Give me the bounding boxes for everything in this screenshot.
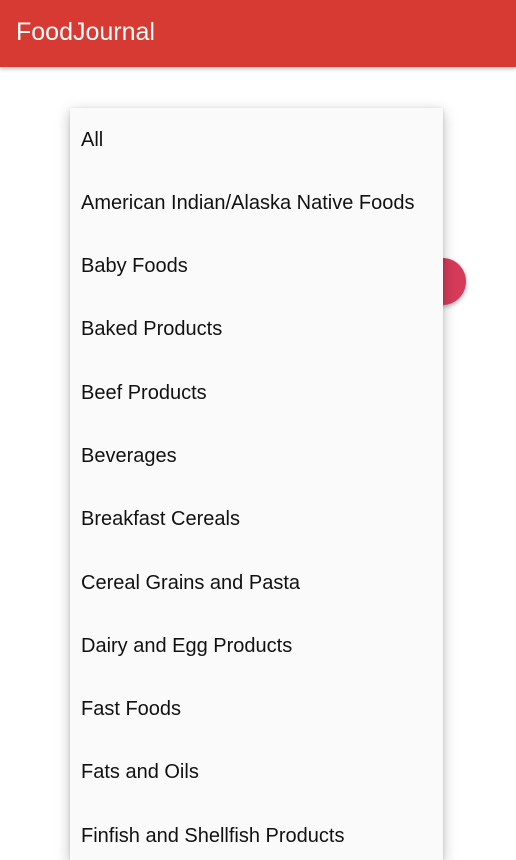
dropdown-option-label: Cereal Grains and Pasta xyxy=(81,572,301,594)
dropdown-option-label: Beef Products xyxy=(81,382,207,404)
app-bar: FoodJournal xyxy=(0,0,516,67)
dropdown-option-label: Fast Foods xyxy=(81,698,182,720)
dropdown-option-fats-and-oils[interactable]: Fats and Oils xyxy=(70,740,443,803)
dropdown-option-beverages[interactable]: Beverages xyxy=(70,424,443,487)
dropdown-option-cereal-grains-and-pasta[interactable]: Cereal Grains and Pasta xyxy=(70,551,443,614)
dropdown-option-label: Dairy and Egg Products xyxy=(81,635,293,657)
dropdown-option-label: Baby Foods xyxy=(81,255,188,277)
dropdown-option-label: All xyxy=(81,129,104,151)
dropdown-option-american-indian-alaska-native-foods[interactable]: American Indian/Alaska Native Foods xyxy=(70,171,443,234)
dropdown-option-baked-products[interactable]: Baked Products xyxy=(70,297,443,360)
dropdown-option-label: American Indian/Alaska Native Foods xyxy=(81,192,415,214)
dropdown-option-finfish-and-shellfish-products[interactable]: Finfish and Shellfish Products xyxy=(70,804,443,860)
dropdown-option-beef-products[interactable]: Beef Products xyxy=(70,361,443,424)
dropdown-option-baby-foods[interactable]: Baby Foods xyxy=(70,234,443,297)
app-title: FoodJournal xyxy=(16,18,155,46)
dropdown-option-breakfast-cereals[interactable]: Breakfast Cereals xyxy=(70,487,443,550)
dropdown-option-label: Baked Products xyxy=(81,318,223,340)
dropdown-option-label: Beverages xyxy=(81,445,177,467)
dropdown-option-fast-foods[interactable]: Fast Foods xyxy=(70,677,443,740)
dropdown-option-dairy-and-egg-products[interactable]: Dairy and Egg Products xyxy=(70,614,443,677)
dropdown-option-label: Finfish and Shellfish Products xyxy=(81,825,345,847)
category-dropdown-menu[interactable]: All American Indian/Alaska Native Foods … xyxy=(70,108,443,860)
dropdown-option-label: Fats and Oils xyxy=(81,761,199,783)
dropdown-option-label: Breakfast Cereals xyxy=(81,508,240,530)
dropdown-option-all[interactable]: All xyxy=(70,108,443,171)
